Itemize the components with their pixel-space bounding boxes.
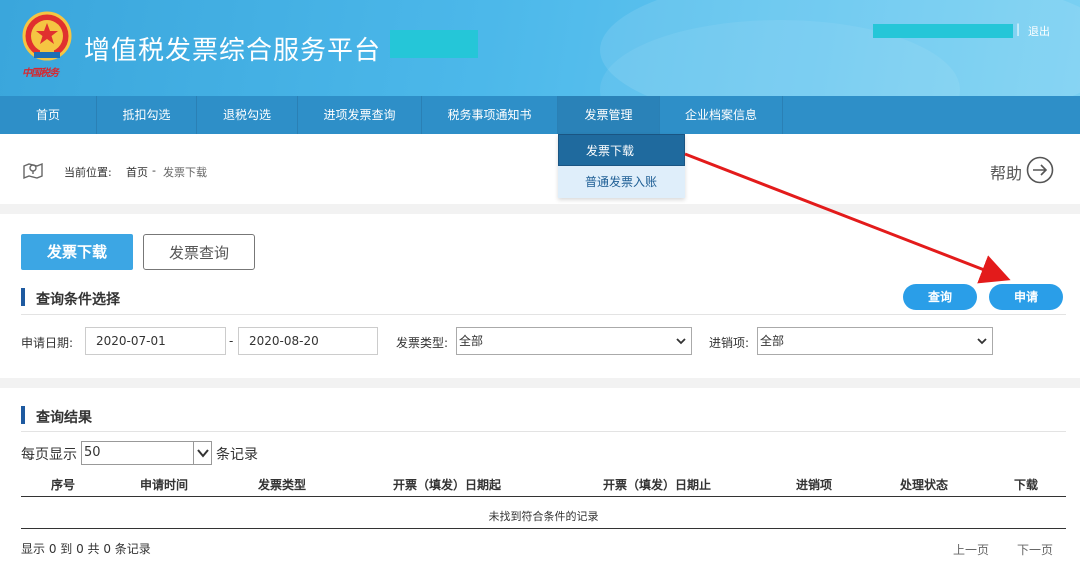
nav-item-home[interactable]: 首页: [0, 96, 97, 134]
breadcrumb-home-link[interactable]: 首页: [126, 164, 148, 180]
nav-item-company-records[interactable]: 企业档案信息: [660, 96, 783, 134]
column-header-apply-time: 申请时间: [140, 478, 189, 492]
direction-label: 进销项:: [709, 336, 750, 350]
results-panel: 查询结果 每页显示 50 条记录 序号 申请时间 发票类型 开票（填发）日期起 …: [0, 388, 1080, 578]
page-size-dropdown-toggle[interactable]: [193, 442, 211, 464]
page-size-prefix: 每页显示: [21, 447, 77, 463]
column-header-date-end: 开票（填发）日期止: [603, 478, 712, 492]
invoice-type-label: 发票类型:: [396, 336, 449, 350]
section-accent: [21, 406, 25, 424]
invoice-query-tab-button[interactable]: 发票查询: [143, 234, 255, 270]
date-range-separator: -: [229, 334, 234, 348]
logout-link[interactable]: 退出: [1028, 23, 1050, 39]
nav-item-invoice-management[interactable]: 发票管理: [558, 96, 660, 134]
page-size-select[interactable]: 50: [81, 441, 212, 465]
app-header: 中国税务 增值税发票综合服务平台 | 退出: [0, 0, 1080, 96]
invoice-type-select[interactable]: 全部: [456, 327, 692, 355]
help-link[interactable]: 帮助: [990, 160, 1022, 184]
section-divider: [21, 431, 1066, 432]
nav-item-deduction-check[interactable]: 抵扣勾选: [97, 96, 197, 134]
column-header-direction: 进销项: [796, 478, 833, 492]
column-header-date-start: 开票（填发）日期起: [393, 478, 502, 492]
site-title: 增值税发票综合服务平台: [84, 36, 382, 66]
column-header-download: 下载: [1014, 478, 1039, 492]
direction-value: 全部: [760, 334, 785, 348]
nav-item-tax-notice[interactable]: 税务事项通知书: [422, 96, 558, 134]
date-from-input[interactable]: 2020-07-01: [85, 327, 226, 355]
chevron-down-icon: [676, 338, 686, 345]
column-header-index: 序号: [51, 478, 76, 492]
invoice-type-value: 全部: [459, 334, 484, 348]
results-section-title: 查询结果: [36, 410, 92, 426]
section-accent: [21, 288, 25, 306]
user-separator: |: [1016, 22, 1021, 36]
page-size-suffix: 条记录: [216, 447, 258, 463]
nav-item-input-invoice-query[interactable]: 进项发票查询: [298, 96, 422, 134]
direction-select[interactable]: 全部: [757, 327, 993, 355]
location-map-icon: [23, 162, 43, 180]
dropdown-item-invoice-download[interactable]: 发票下载: [558, 134, 685, 166]
query-button[interactable]: 查询: [903, 284, 977, 310]
breadcrumb-current: 发票下载: [163, 166, 207, 179]
breadcrumb-prefix: 当前位置:: [64, 166, 112, 179]
empty-table-message: 未找到符合条件的记录: [488, 510, 599, 523]
apply-date-label: 申请日期:: [21, 336, 74, 350]
nav-item-refund-check[interactable]: 退税勾选: [197, 96, 298, 134]
column-header-invoice-type: 发票类型: [258, 478, 307, 492]
invoice-download-tab-button[interactable]: 发票下载: [21, 234, 133, 270]
section-divider: [21, 314, 1066, 315]
next-page-link[interactable]: 下一页: [1017, 541, 1053, 558]
previous-page-link[interactable]: 上一页: [953, 541, 989, 558]
query-panel: 发票下载 发票查询 查询条件选择 查询 申请 申请日期: 2020-07-01 …: [0, 214, 1080, 378]
table-bottom-divider: [21, 528, 1066, 529]
apply-button[interactable]: 申请: [989, 284, 1063, 310]
chevron-down-icon: [197, 449, 209, 458]
tax-emblem-icon: [22, 11, 72, 61]
redacted-area: [390, 30, 478, 58]
redacted-username: [873, 24, 1013, 38]
chevron-down-icon: [977, 338, 987, 345]
main-nav: 首页 抵扣勾选 退税勾选 进项发票查询 税务事项通知书 发票管理 企业档案信息: [0, 96, 1080, 134]
table-header-divider: [21, 496, 1066, 497]
page-size-value: 50: [84, 445, 101, 460]
breadcrumb-separator: -: [152, 164, 156, 177]
invoice-management-dropdown: 发票下载 普通发票入账: [558, 134, 685, 198]
query-section-title: 查询条件选择: [36, 292, 120, 308]
breadcrumb-bar: 当前位置: 首页 - 发票下载 帮助: [0, 134, 1080, 204]
arrow-right-circle-icon[interactable]: [1026, 156, 1054, 184]
emblem-caption: 中国税务: [22, 68, 59, 79]
date-to-input[interactable]: 2020-08-20: [238, 327, 378, 355]
column-header-status: 处理状态: [900, 478, 949, 492]
pagination-summary: 显示 0 到 0 共 0 条记录: [21, 542, 151, 556]
dropdown-item-invoice-posting[interactable]: 普通发票入账: [558, 166, 685, 198]
